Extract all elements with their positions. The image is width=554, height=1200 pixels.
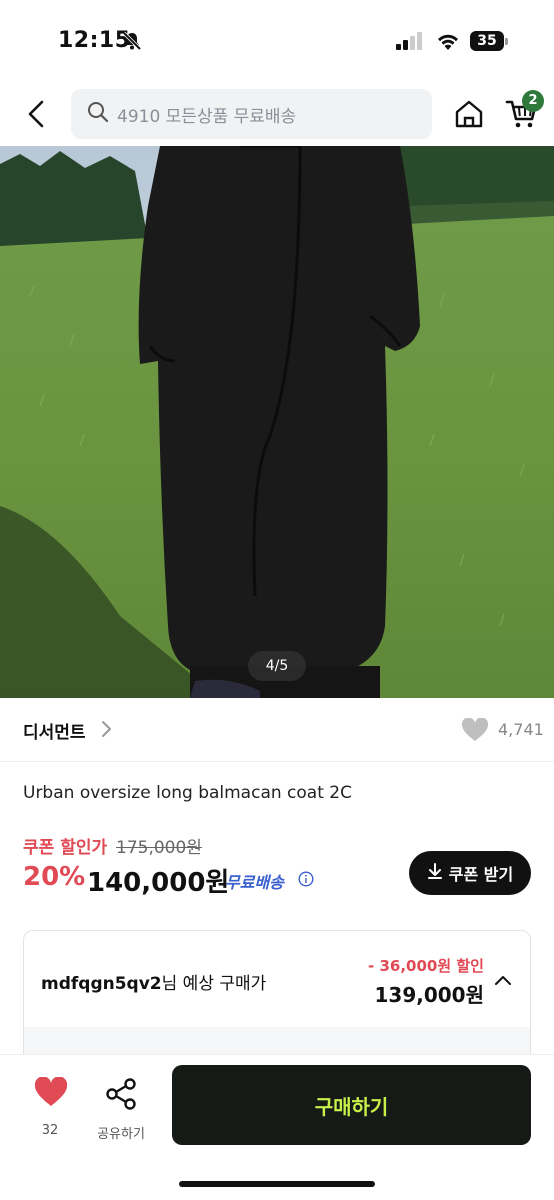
username: mdfqgn5qv2 xyxy=(41,974,162,994)
expected-price: 139,000원 xyxy=(374,983,485,1007)
coupon-button-label: 쿠폰 받기 xyxy=(448,865,514,884)
brand-row[interactable]: 디서먼트 4,741 xyxy=(0,698,554,762)
bottom-action-bar: 32 공유하기 구매하기 xyxy=(0,1054,554,1200)
share-button[interactable] xyxy=(104,1077,138,1111)
wishlist-button[interactable] xyxy=(34,1076,68,1109)
search-text: 4910 모든상품 무료배송 xyxy=(117,106,297,127)
cart-count-badge: 2 xyxy=(522,90,544,112)
chevron-up-icon[interactable] xyxy=(494,971,512,990)
chevron-left-icon xyxy=(28,100,44,128)
cellular-signal-icon xyxy=(396,32,424,54)
product-title: Urban oversize long balmacan coat 2C xyxy=(23,783,352,803)
expected-price-suffix: 님 예상 구매가 xyxy=(161,974,267,994)
sale-price: 140,000원 xyxy=(87,868,230,898)
top-nav: 4910 모든상품 무료배송 2 xyxy=(0,82,554,146)
info-icon[interactable] xyxy=(298,871,314,891)
download-icon xyxy=(427,862,443,884)
share-icon xyxy=(106,1078,136,1110)
buy-button[interactable]: 구매하기 xyxy=(172,1065,531,1145)
status-time: 12:15 xyxy=(58,28,131,53)
chevron-right-icon xyxy=(100,720,112,742)
expected-price-user: mdfqgn5qv2님 예상 구매가 xyxy=(41,969,266,994)
brand-name[interactable]: 디서먼트 xyxy=(23,718,86,743)
home-icon xyxy=(455,100,483,128)
search-bar[interactable]: 4910 모든상품 무료배송 xyxy=(71,89,432,139)
battery-level: 35 xyxy=(470,31,504,51)
back-button[interactable] xyxy=(18,94,54,134)
original-price: 175,000원 xyxy=(116,838,202,858)
image-counter: 4/5 xyxy=(248,651,306,681)
heart-icon[interactable] xyxy=(461,717,489,746)
brand-like-count: 4,741 xyxy=(498,720,544,739)
home-indicator xyxy=(179,1181,375,1187)
get-coupon-button[interactable]: 쿠폰 받기 xyxy=(409,851,531,895)
free-shipping-label: 무료배송 xyxy=(225,873,284,892)
search-icon xyxy=(87,101,109,127)
battery-icon: 35 xyxy=(470,31,508,51)
home-button[interactable] xyxy=(453,98,485,130)
status-bar: 12:15 35 xyxy=(0,0,554,80)
heart-filled-icon xyxy=(34,1076,68,1106)
coupon-price-label: 쿠폰 할인가 xyxy=(23,838,108,858)
discount-percent: 20% xyxy=(23,862,86,892)
product-image[interactable] xyxy=(0,146,554,698)
expected-discount: - 36,000원 할인 xyxy=(368,957,484,975)
wifi-icon xyxy=(436,32,460,54)
bell-muted-icon xyxy=(122,31,142,55)
wishlist-count: 32 xyxy=(41,1123,59,1138)
share-label: 공유하기 xyxy=(97,1127,145,1142)
